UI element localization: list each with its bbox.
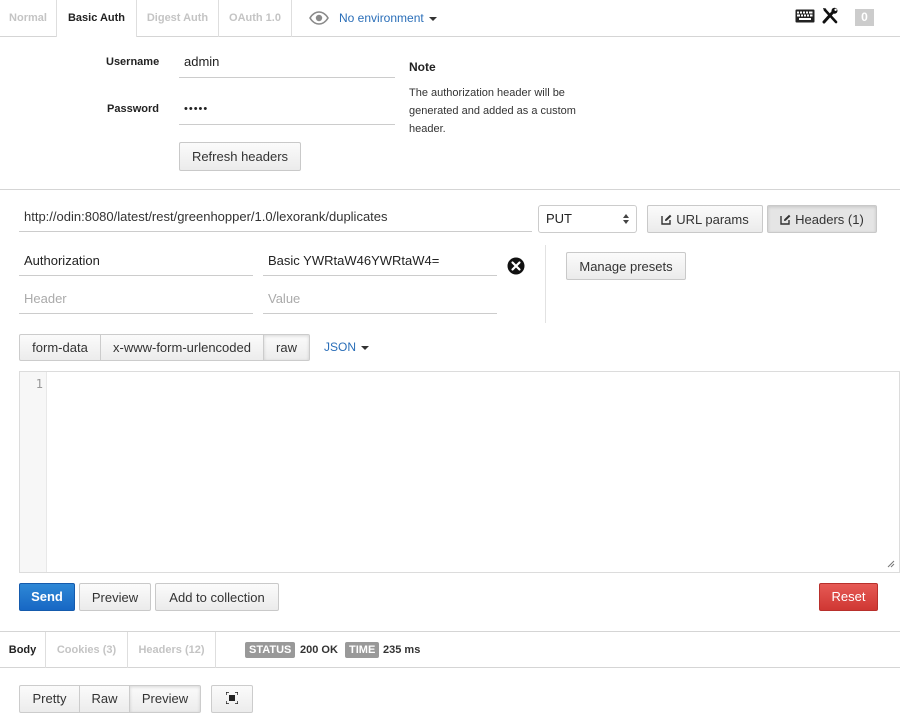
line-number: 1 <box>35 377 43 391</box>
environment-select[interactable]: No environment <box>339 0 438 37</box>
auth-tab-bar: Normal Basic Auth Digest Auth OAuth 1.0 … <box>0 0 900 37</box>
tab-digest-auth[interactable]: Digest Auth <box>137 0 219 37</box>
edit-icon <box>661 214 672 225</box>
note-line: header. <box>409 123 446 135</box>
body-editor[interactable]: 1 <box>19 371 900 573</box>
view-mode-raw[interactable]: Raw <box>79 685 130 713</box>
edit-icon <box>780 214 791 225</box>
method-select[interactable]: PUT <box>538 205 637 233</box>
tab-response-headers[interactable]: Headers (12) <box>128 632 216 668</box>
count-badge[interactable]: 0 <box>855 9 874 26</box>
url-params-button[interactable]: URL params <box>647 205 763 233</box>
status-value: 200 OK <box>300 644 338 656</box>
language-select[interactable]: JSON <box>324 334 370 361</box>
username-field[interactable]: admin <box>179 50 395 78</box>
header-value-placeholder[interactable]: Value <box>263 288 497 314</box>
divider <box>0 189 900 190</box>
note-line: The authorization header will be <box>409 87 565 99</box>
chevron-down-icon <box>429 16 438 21</box>
header-key-input[interactable]: Authorization <box>19 250 253 276</box>
tab-response-cookies[interactable]: Cookies (3) <box>46 632 128 668</box>
remove-header-icon[interactable] <box>507 257 525 275</box>
reset-button[interactable]: Reset <box>819 583 878 611</box>
send-button[interactable]: Send <box>19 583 75 611</box>
method-value: PUT <box>546 211 572 226</box>
refresh-headers-button[interactable]: Refresh headers <box>179 142 301 171</box>
resize-handle-icon[interactable] <box>887 560 895 568</box>
username-label: Username <box>106 56 160 68</box>
tab-basic-auth[interactable]: Basic Auth <box>57 0 137 37</box>
body-mode-form-data[interactable]: form-data <box>19 334 101 361</box>
body-mode-urlencoded[interactable]: x-www-form-urlencoded <box>100 334 264 361</box>
preview-button[interactable]: Preview <box>79 583 151 611</box>
environment-label: No environment <box>339 11 424 25</box>
time-value: 235 ms <box>383 644 421 656</box>
tab-response-body[interactable]: Body <box>0 632 46 668</box>
tab-oauth-1[interactable]: OAuth 1.0 <box>219 0 292 37</box>
headers-button[interactable]: Headers (1) <box>767 205 877 233</box>
tab-normal[interactable]: Normal <box>0 0 57 37</box>
keyboard-icon[interactable] <box>795 9 815 23</box>
header-key-placeholder[interactable]: Header <box>19 288 253 314</box>
status-badge: STATUS <box>245 642 296 658</box>
chevron-down-icon <box>361 345 370 350</box>
url-input[interactable]: http://odin:8080/latest/rest/greenhopper… <box>19 204 532 232</box>
manage-presets-button[interactable]: Manage presets <box>566 252 686 280</box>
password-field[interactable]: ••••• <box>179 97 395 125</box>
header-value-input[interactable]: Basic YWRtaW46YWRtaW4= <box>263 250 497 276</box>
body-mode-raw[interactable]: raw <box>263 334 310 361</box>
divider <box>545 245 546 323</box>
password-label: Password <box>107 103 159 115</box>
line-number-gutter: 1 <box>20 372 47 572</box>
fullscreen-button[interactable] <box>211 685 253 713</box>
url-params-label: URL params <box>676 211 749 227</box>
time-badge: TIME <box>345 642 380 658</box>
add-to-collection-button[interactable]: Add to collection <box>155 583 279 611</box>
response-tab-bar: Body Cookies (3) Headers (12) STATUS 200… <box>0 631 900 668</box>
wrench-screwdriver-icon[interactable] <box>822 7 839 25</box>
eye-icon[interactable] <box>309 10 329 26</box>
view-mode-preview[interactable]: Preview <box>129 685 201 713</box>
note-title: Note <box>409 60 436 74</box>
select-arrows-icon <box>623 214 629 224</box>
view-mode-pretty[interactable]: Pretty <box>19 685 80 713</box>
language-label: JSON <box>324 340 357 354</box>
headers-label: Headers (1) <box>795 211 864 227</box>
fullscreen-icon <box>225 691 239 705</box>
note-line: generated and added as a custom <box>409 105 576 117</box>
note-text: The authorization header will be generat… <box>409 84 609 138</box>
